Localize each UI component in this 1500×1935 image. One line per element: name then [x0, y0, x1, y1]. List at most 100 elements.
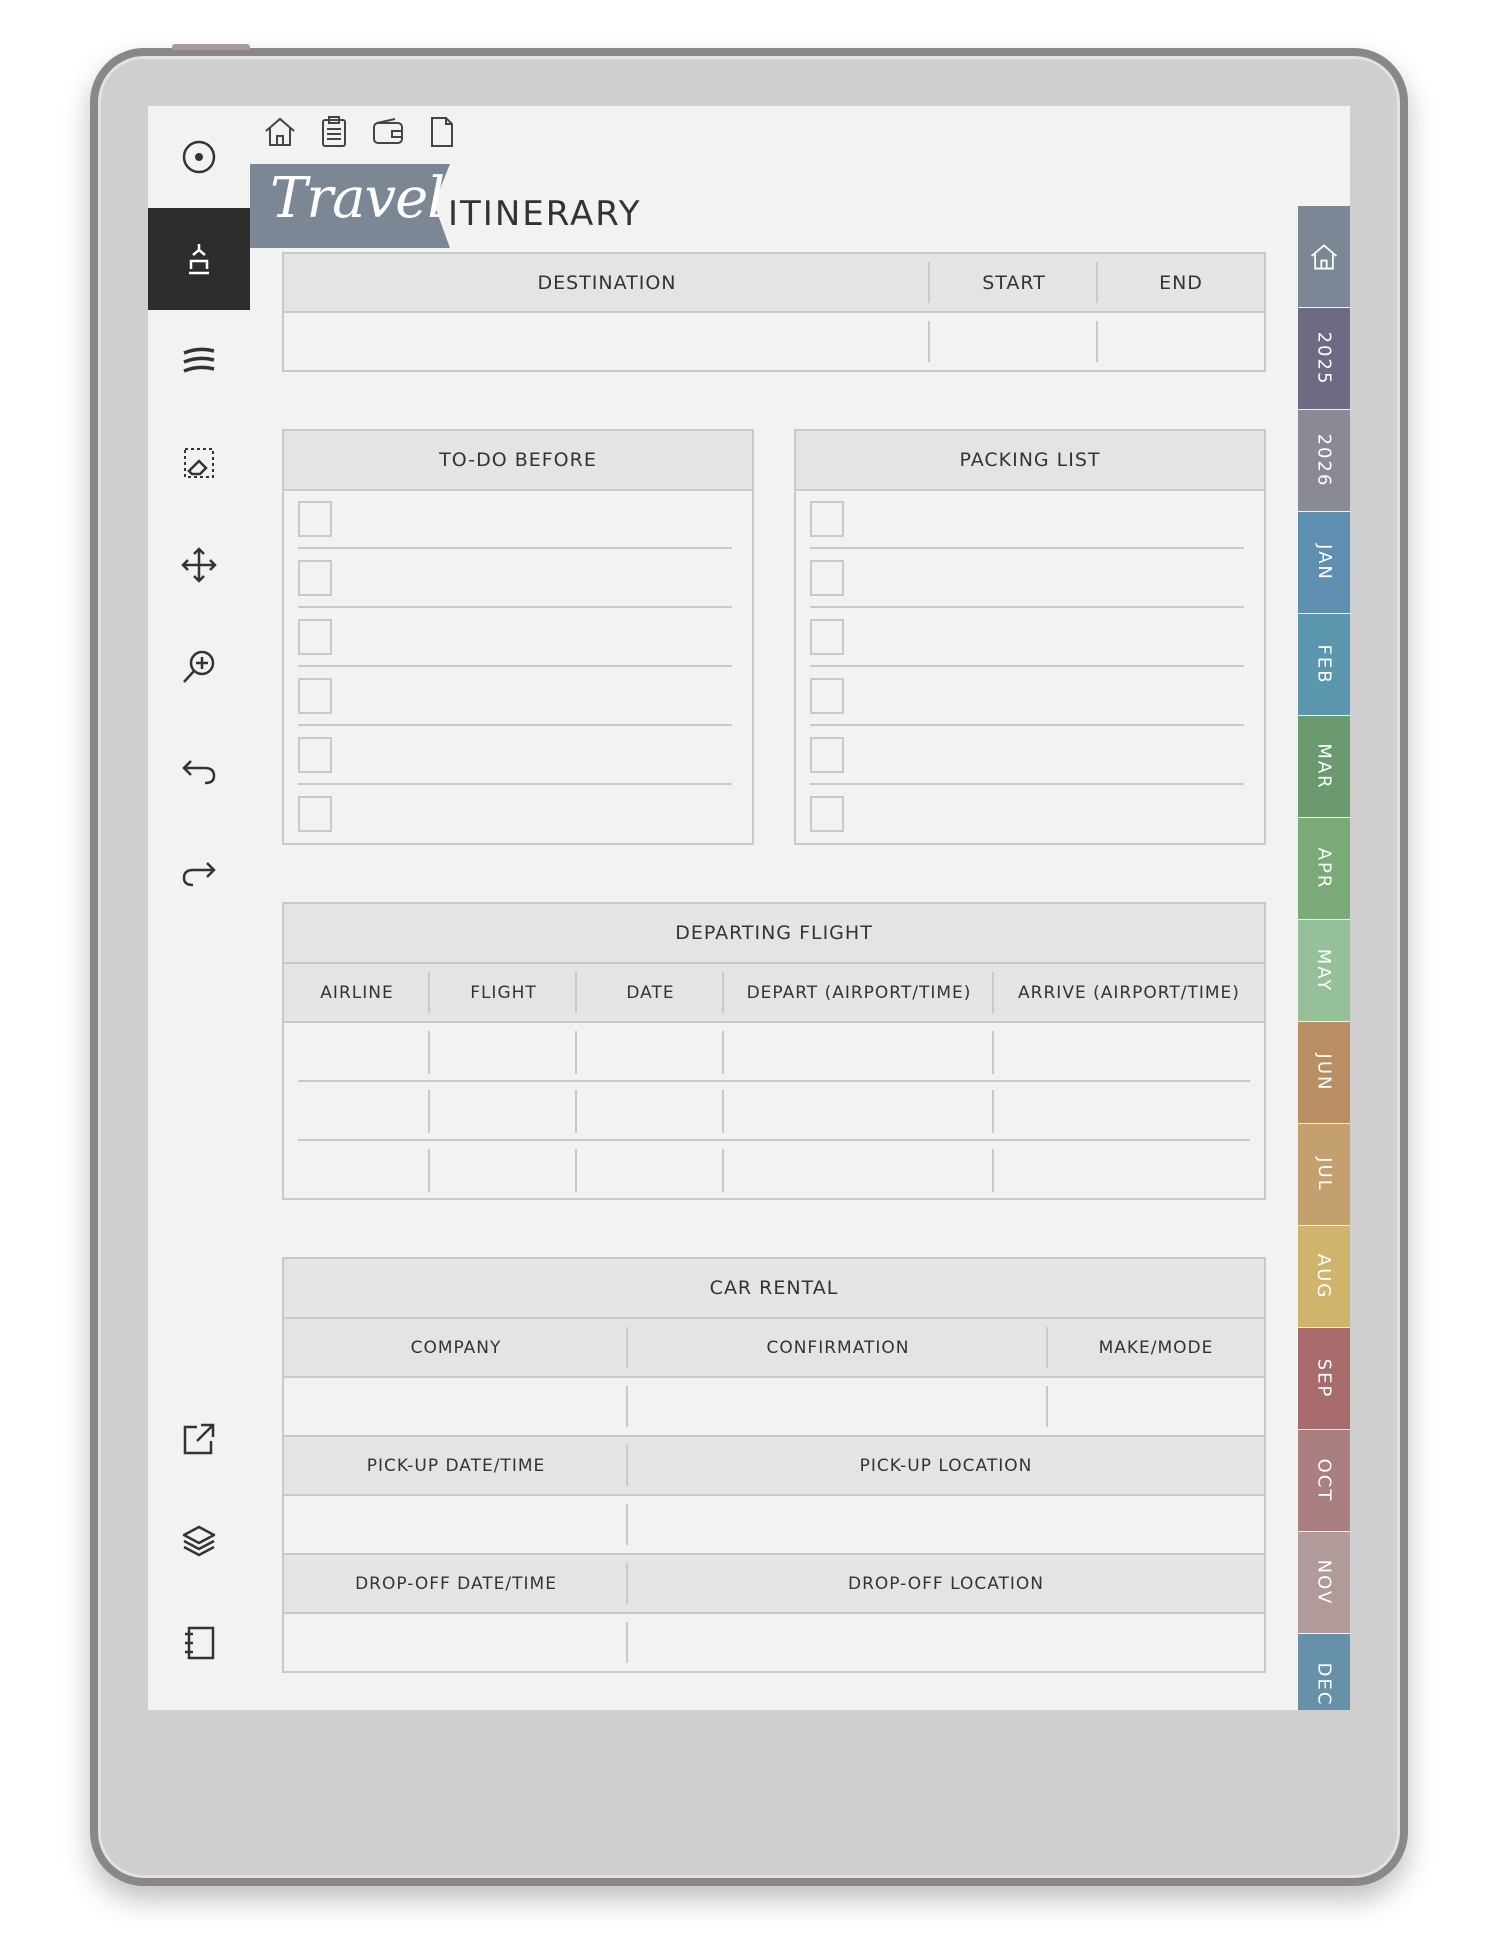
flight-row[interactable]: [284, 1082, 1264, 1141]
layers-icon[interactable]: [148, 1490, 250, 1592]
circle-menu-icon[interactable]: [148, 106, 250, 208]
airline-header: AIRLINE: [284, 964, 430, 1021]
tab-oct[interactable]: OCT: [1298, 1430, 1350, 1531]
flight-cell[interactable]: [284, 1141, 430, 1200]
row-divider: [298, 606, 732, 608]
pickup-location-field[interactable]: [628, 1496, 1264, 1553]
flight-cell[interactable]: [577, 1023, 724, 1082]
company-field[interactable]: [284, 1378, 628, 1435]
undo-icon[interactable]: [148, 718, 250, 820]
flight-cell[interactable]: [994, 1141, 1264, 1200]
tab-nov[interactable]: NOV: [1298, 1532, 1350, 1633]
flight-cell[interactable]: [994, 1023, 1264, 1082]
car-header-row: COMPANY CONFIRMATION MAKE/MODE: [284, 1319, 1264, 1378]
car-info-row[interactable]: [284, 1378, 1264, 1437]
page-title: ITINERARY: [448, 194, 642, 234]
todo-item[interactable]: [298, 491, 732, 549]
packing-checkbox[interactable]: [810, 678, 844, 714]
flight-cell[interactable]: [430, 1141, 577, 1200]
packing-item[interactable]: [810, 727, 1244, 785]
flight-row[interactable]: [284, 1141, 1264, 1200]
todo-item[interactable]: [298, 786, 732, 844]
row-divider: [298, 724, 732, 726]
make-header: MAKE/MODE: [1098, 1337, 1214, 1358]
flight-cell[interactable]: [284, 1023, 430, 1082]
todo-item[interactable]: [298, 727, 732, 785]
tab-jun[interactable]: JUN: [1298, 1022, 1350, 1123]
todo-checkbox[interactable]: [298, 560, 332, 596]
packing-item[interactable]: [810, 491, 1244, 549]
left-toolbar: [148, 106, 250, 1710]
packing-item[interactable]: [810, 786, 1244, 844]
screen: Travel ITINERARY DESTINATION START END T…: [148, 106, 1350, 1710]
zoom-icon[interactable]: [148, 616, 250, 718]
packing-checkbox[interactable]: [810, 501, 844, 537]
tab-dec[interactable]: DEC: [1298, 1634, 1350, 1710]
tab-may[interactable]: MAY: [1298, 920, 1350, 1021]
flight-cell[interactable]: [577, 1141, 724, 1200]
flight-cell[interactable]: [430, 1082, 577, 1141]
clipboard-icon[interactable]: [314, 112, 354, 152]
notebook-icon[interactable]: [148, 1592, 250, 1694]
pickup-date-header: PICK-UP DATE/TIME: [284, 1437, 628, 1494]
start-field[interactable]: [930, 313, 1098, 370]
packing-item[interactable]: [810, 609, 1244, 667]
packing-checkbox[interactable]: [810, 737, 844, 773]
lines-icon[interactable]: [148, 310, 250, 412]
flight-cell[interactable]: [724, 1082, 994, 1141]
tab-mar[interactable]: MAR: [1298, 716, 1350, 817]
flight-cell[interactable]: [284, 1082, 430, 1141]
eraser-icon[interactable]: [148, 412, 250, 514]
tab-label: MAY: [1313, 948, 1335, 993]
todo-item[interactable]: [298, 668, 732, 726]
move-icon[interactable]: [148, 514, 250, 616]
todo-checkbox[interactable]: [298, 619, 332, 655]
confirmation-field[interactable]: [628, 1378, 1048, 1435]
flight-cell[interactable]: [724, 1141, 994, 1200]
pickup-date-field[interactable]: [284, 1496, 628, 1553]
tab-feb[interactable]: FEB: [1298, 614, 1350, 715]
tab-2025[interactable]: 2025: [1298, 308, 1350, 409]
todo-checkbox[interactable]: [298, 678, 332, 714]
destination-header: DESTINATION: [284, 254, 930, 311]
flight-cell[interactable]: [430, 1023, 577, 1082]
todo-item[interactable]: [298, 550, 732, 608]
export-icon[interactable]: [148, 1388, 250, 1490]
packing-checkbox[interactable]: [810, 619, 844, 655]
todo-item[interactable]: [298, 609, 732, 667]
wallet-icon[interactable]: [368, 112, 408, 152]
destination-field[interactable]: [284, 313, 930, 370]
flight-cell[interactable]: [994, 1082, 1264, 1141]
destination-input-row[interactable]: [284, 313, 1264, 370]
tab-sep[interactable]: SEP: [1298, 1328, 1350, 1429]
packing-checkbox[interactable]: [810, 560, 844, 596]
flight-title: DEPARTING FLIGHT: [284, 904, 1264, 964]
tab-home[interactable]: [1298, 206, 1350, 307]
dropoff-input-row[interactable]: [284, 1614, 1264, 1671]
todo-checkbox[interactable]: [298, 501, 332, 537]
pickup-input-row[interactable]: [284, 1496, 1264, 1555]
redo-icon[interactable]: [148, 820, 250, 922]
dropoff-date-field[interactable]: [284, 1614, 628, 1671]
tab-jul[interactable]: JUL: [1298, 1124, 1350, 1225]
tab-aug[interactable]: AUG: [1298, 1226, 1350, 1327]
todo-box: TO-DO BEFORE: [282, 429, 754, 845]
todo-checkbox[interactable]: [298, 796, 332, 832]
tab-apr[interactable]: APR: [1298, 818, 1350, 919]
flight-cell[interactable]: [577, 1082, 724, 1141]
flight-cell[interactable]: [724, 1023, 994, 1082]
home-icon[interactable]: [260, 112, 300, 152]
tab-2026[interactable]: 2026: [1298, 410, 1350, 511]
packing-item[interactable]: [810, 668, 1244, 726]
make-field[interactable]: [1048, 1378, 1264, 1435]
pen-icon[interactable]: [148, 208, 250, 310]
dropoff-location-field[interactable]: [628, 1614, 1264, 1671]
page-icon[interactable]: [422, 112, 462, 152]
row-divider: [810, 665, 1244, 667]
tab-jan[interactable]: JAN: [1298, 512, 1350, 613]
flight-row[interactable]: [284, 1023, 1264, 1082]
packing-checkbox[interactable]: [810, 796, 844, 832]
end-field[interactable]: [1098, 313, 1264, 370]
todo-checkbox[interactable]: [298, 737, 332, 773]
packing-item[interactable]: [810, 550, 1244, 608]
